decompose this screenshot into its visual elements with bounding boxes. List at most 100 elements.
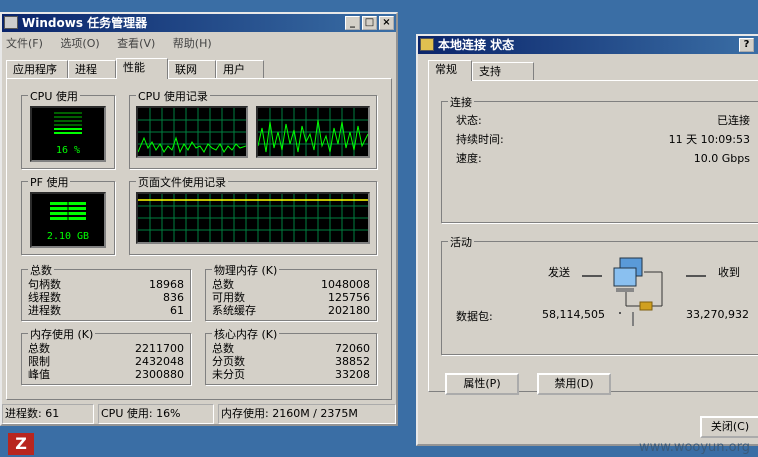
- properties-button[interactable]: 属性(P): [445, 373, 519, 395]
- stat-value: 2300880: [135, 368, 184, 381]
- stat-row: 未分页 33208: [212, 368, 370, 381]
- stat-key: 可用数: [212, 291, 245, 304]
- stat-row: 总数 2211700: [28, 342, 184, 355]
- stat-key: 系统缓存: [212, 304, 256, 317]
- stat-row: 峰值 2300880: [28, 368, 184, 381]
- status-cpu: CPU 使用: 16%: [98, 404, 214, 424]
- sent-label: 发送: [548, 266, 570, 279]
- stat-key: 句柄数: [28, 278, 61, 291]
- tab-general[interactable]: 常规: [428, 60, 472, 81]
- stat-row: 分页数 38852: [212, 355, 370, 368]
- cpu-usage-meter: 16 %: [30, 106, 106, 162]
- stat-key: 总数: [212, 342, 234, 355]
- help-button[interactable]: ?: [739, 38, 754, 52]
- dialog-tab-strip: 常规 支持: [428, 60, 568, 81]
- stat-row: 系统缓存 202180: [212, 304, 370, 317]
- stat-value: 38852: [335, 355, 370, 368]
- connection-value: 10.0 Gbps: [693, 152, 750, 165]
- stat-value: 33208: [335, 368, 370, 381]
- menubar: 文件(F) 选项(O) 查看(V) 帮助(H): [2, 34, 396, 54]
- tab-strip: 应用程序 进程 性能 联网 用户: [6, 58, 386, 79]
- totals-label: 总数: [28, 262, 54, 278]
- stat-key: 线程数: [28, 291, 61, 304]
- pf-usage-value: 2.10 GB: [46, 231, 90, 242]
- close-dialog-button[interactable]: 关闭(C): [700, 416, 758, 438]
- activity-group: 活动 发送 收到 数据包: 58,114,505 33,270,932: [441, 234, 758, 355]
- stat-key: 总数: [212, 278, 234, 291]
- watermark: www.wooyun.org: [638, 440, 750, 455]
- commit-memory-group: 内存使用 (K) 总数 2211700 限制 2432048 峰值 2300880: [21, 326, 191, 385]
- stat-row: 总数 1048008: [212, 278, 370, 291]
- packets-sent-value: 58,114,505: [542, 308, 605, 321]
- stat-row: 可用数 125756: [212, 291, 370, 304]
- connection-row: 持续时间: 11 天 10:09:53: [456, 133, 750, 146]
- cpu-history-label: CPU 使用记录: [136, 88, 210, 104]
- disable-button[interactable]: 禁用(D): [537, 373, 611, 395]
- connection-group: 连接 状态: 已连接 持续时间: 11 天 10:09:53 速度: 10.0 Gbp…: [441, 94, 758, 223]
- task-manager-titlebar[interactable]: Windows 任务管理器 _ □ ×: [2, 14, 396, 32]
- stat-key: 峰值: [28, 368, 50, 381]
- stat-key: 限制: [28, 355, 50, 368]
- tab-performance[interactable]: 性能: [116, 58, 168, 79]
- menu-file[interactable]: 文件(F): [6, 37, 43, 50]
- pf-history-graph: [136, 192, 370, 244]
- tab-processes[interactable]: 进程: [68, 60, 116, 78]
- stat-key: 进程数: [28, 304, 61, 317]
- cpu-usage-group: CPU 使用 16 %: [21, 88, 115, 169]
- stat-value: 202180: [328, 304, 370, 317]
- maximize-button[interactable]: □: [362, 16, 377, 30]
- stat-row: 线程数 836: [28, 291, 184, 304]
- connection-key: 持续时间:: [456, 133, 504, 146]
- tab-users[interactable]: 用户: [216, 60, 264, 78]
- stat-key: 总数: [28, 342, 50, 355]
- pf-usage-group: PF 使用 2.10 GB: [21, 174, 115, 255]
- lan-status-titlebar[interactable]: 本地连接 状态 ?: [418, 36, 758, 54]
- tab-networking[interactable]: 联网: [168, 60, 216, 78]
- stat-row: 总数 72060: [212, 342, 370, 355]
- pf-history-group: 页面文件使用记录: [129, 174, 377, 255]
- menu-view[interactable]: 查看(V): [117, 37, 155, 50]
- cpu-usage-value: 16 %: [55, 145, 81, 156]
- physical-memory-group: 物理内存 (K) 总数 1048008 可用数 125756 系统缓存 202180: [205, 262, 377, 321]
- tab-support[interactable]: 支持: [472, 62, 534, 80]
- stat-row: 限制 2432048: [28, 355, 184, 368]
- received-label: 收到: [718, 266, 740, 279]
- general-panel: 连接 状态: 已连接 持续时间: 11 天 10:09:53 速度: 10.0 Gbp…: [428, 80, 758, 395]
- activity-divider: [632, 312, 634, 326]
- packets-received-value: 33,270,932: [686, 308, 749, 321]
- stat-value: 125756: [328, 291, 370, 304]
- status-memory: 内存使用: 2160M / 2375M: [218, 404, 396, 424]
- network-computers-icon: [582, 257, 706, 314]
- cpu-history-graph-2: [256, 106, 370, 158]
- task-manager-window: Windows 任务管理器 _ □ × 文件(F) 选项(O) 查看(V) 帮助…: [0, 12, 398, 426]
- kernel-memory-group: 核心内存 (K) 总数 72060 分页数 38852 未分页 33208: [205, 326, 377, 385]
- close-button[interactable]: ×: [379, 16, 394, 30]
- connection-label: 连接: [448, 94, 474, 110]
- pf-history-label: 页面文件使用记录: [136, 174, 228, 190]
- stat-value: 18968: [149, 278, 184, 291]
- stat-value: 836: [163, 291, 184, 304]
- tab-applications[interactable]: 应用程序: [6, 60, 68, 78]
- pf-usage-label: PF 使用: [28, 174, 71, 190]
- menu-options[interactable]: 选项(O): [60, 37, 99, 50]
- physical-memory-label: 物理内存 (K): [212, 262, 280, 278]
- stat-row: 进程数 61: [28, 304, 184, 317]
- menu-help[interactable]: 帮助(H): [173, 37, 212, 50]
- lan-status-window: 本地连接 状态 ? 常规 支持 连接 状态: 已连接 持续时间: 11 天 10:0…: [416, 34, 758, 446]
- stat-value: 2432048: [135, 355, 184, 368]
- connection-row: 状态: 已连接: [456, 114, 750, 127]
- stat-value: 2211700: [135, 342, 184, 355]
- minimize-button[interactable]: _: [345, 16, 360, 30]
- stat-value: 72060: [335, 342, 370, 355]
- connection-key: 速度:: [456, 152, 482, 165]
- filezilla-icon[interactable]: Z: [8, 433, 34, 455]
- taskmgr-window-icon: [4, 16, 18, 29]
- stat-key: 分页数: [212, 355, 245, 368]
- cpu-history-graph-1: [136, 106, 248, 158]
- stat-value: 1048008: [321, 278, 370, 291]
- status-processes: 进程数: 61: [2, 404, 94, 424]
- commit-memory-label: 内存使用 (K): [28, 326, 96, 342]
- totals-group: 总数 句柄数 18968 线程数 836 进程数 61: [21, 262, 191, 321]
- stat-value: 61: [170, 304, 184, 317]
- connection-value: 已连接: [717, 114, 750, 127]
